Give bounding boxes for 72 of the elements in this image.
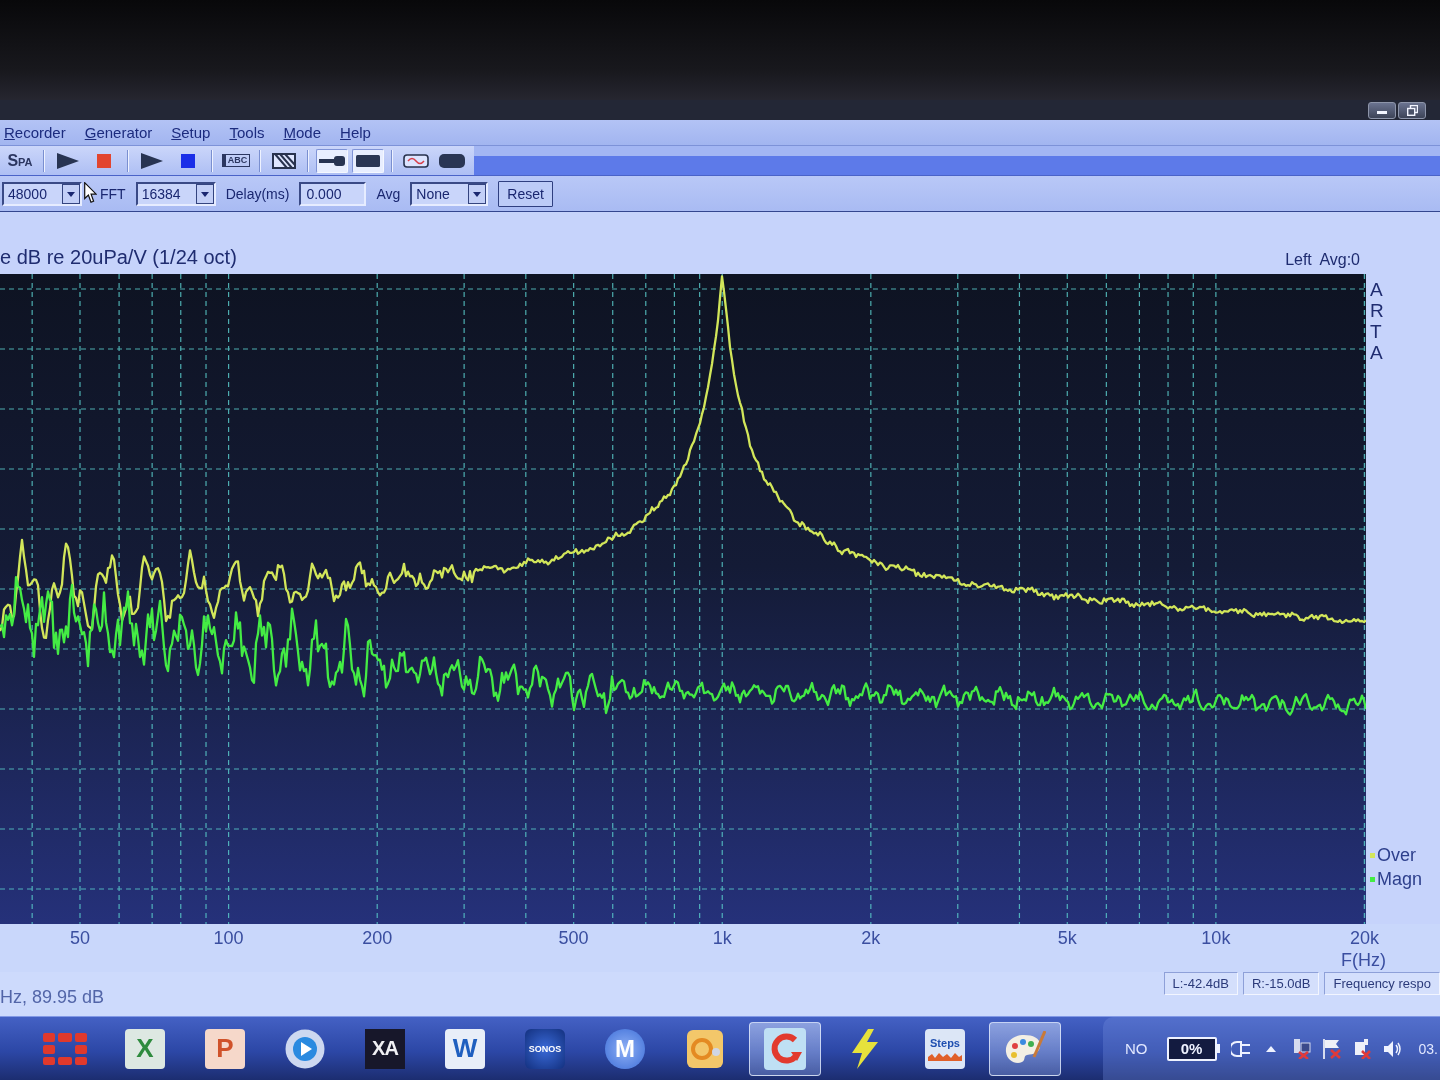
fft-label: FFT	[100, 185, 126, 202]
reset-button[interactable]: Reset	[498, 180, 553, 207]
up-arrow-icon[interactable]	[1265, 1045, 1276, 1052]
clock[interactable]: 03.	[1418, 1040, 1438, 1057]
taskbar-button[interactable]	[749, 1021, 821, 1076]
axis-tick-label: 100	[213, 928, 244, 949]
vertical-label: ARTA	[1370, 280, 1385, 364]
axis-tick-label: 2k	[861, 928, 881, 949]
ring-tile-icon	[687, 1029, 723, 1068]
taskbar-button[interactable]: SONOS	[509, 1021, 581, 1076]
menu-item[interactable]: Mode	[283, 124, 322, 141]
channel-info: Left Avg:0	[1285, 251, 1360, 269]
device-error-icon[interactable]	[1352, 1038, 1373, 1059]
axis-title: F(Hz)	[1341, 950, 1386, 971]
play-icon	[141, 152, 163, 169]
blocks-icon	[43, 1032, 87, 1065]
caret-icon	[468, 183, 487, 204]
play-disc-icon	[285, 1028, 325, 1069]
taskbar-button[interactable]: Steps	[909, 1021, 981, 1076]
rounded-rectangle-icon	[439, 153, 465, 168]
menu-item[interactable]: Setup	[171, 124, 211, 141]
hatched-box-icon	[272, 152, 296, 169]
axis-tick-label: 200	[362, 928, 393, 949]
legend-label: Magn	[1377, 869, 1423, 890]
speaker-icon[interactable]	[1383, 1040, 1402, 1057]
axis-tick-label: 500	[558, 928, 589, 949]
axis-tick-label: 1k	[712, 928, 732, 949]
caret-icon	[62, 183, 80, 204]
delay-field[interactable]: 0.000	[299, 181, 367, 206]
language-indicator[interactable]: NO	[1125, 1040, 1148, 1057]
delay-label: Delay(ms)	[225, 185, 290, 202]
toolbar-button[interactable]: ABC	[220, 148, 252, 173]
toolbar-button[interactable]	[352, 148, 384, 173]
avg-label: Avg	[376, 185, 401, 202]
flag-icon[interactable]	[1321, 1038, 1342, 1059]
menu-item[interactable]: Recorder	[4, 124, 66, 141]
status-pane: R:-15.0dB	[1242, 972, 1320, 995]
toolbar-button[interactable]: SPA	[4, 148, 36, 173]
menu-item[interactable]: Generator	[84, 124, 153, 141]
toolbar-button[interactable]	[316, 148, 348, 173]
sample-rate-dropdown[interactable]: 48000	[2, 181, 82, 206]
play-icon	[57, 152, 79, 169]
axis-tick-label: 5k	[1057, 928, 1077, 949]
status-pane: L:-42.4dB	[1163, 972, 1238, 995]
taskbar-button[interactable]: XA	[349, 1021, 421, 1076]
axis-tick-label: 20k	[1349, 928, 1379, 949]
mouse-pointer-icon	[84, 182, 97, 203]
axis-tick-label: 50	[70, 928, 90, 949]
cursor-readout: Hz, 89.95 dB	[0, 987, 105, 1009]
battery-indicator[interactable]: 0%	[1166, 1036, 1220, 1061]
axis-tick-label: 10k	[1201, 928, 1231, 949]
caret-icon	[195, 183, 214, 204]
taskbar-button[interactable]	[989, 1021, 1061, 1076]
menu-item[interactable]: Help	[340, 124, 371, 141]
restore-button[interactable]	[1398, 101, 1426, 119]
averaging-dropdown[interactable]: None	[410, 181, 489, 206]
status-pane: Frequency respo	[1324, 972, 1440, 995]
wave-icon	[928, 1051, 962, 1061]
menu-item[interactable]: Tools	[229, 124, 265, 141]
plot-title: e dB re 20uPa/V (1/24 oct)	[0, 246, 237, 269]
fft-size-dropdown[interactable]: 16384	[135, 181, 216, 206]
plug-icon[interactable]	[1230, 1040, 1251, 1057]
taskbar-button[interactable]: X	[109, 1021, 181, 1076]
lightning-icon	[852, 1028, 878, 1069]
minimize-button[interactable]	[1368, 101, 1396, 119]
minimize-icon	[1377, 111, 1387, 114]
rectangle-icon	[356, 154, 380, 167]
legend-label: Over	[1377, 845, 1416, 866]
taskbar-button[interactable]: W	[429, 1021, 501, 1076]
probe-icon	[319, 155, 345, 166]
restore-icon	[1406, 104, 1418, 116]
sine-wave-icon	[403, 153, 429, 168]
